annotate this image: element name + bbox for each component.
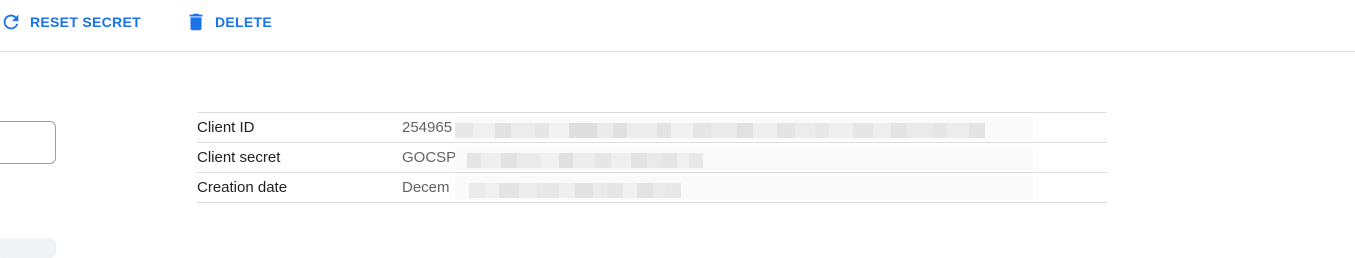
reset-secret-button[interactable]: RESET SECRET [0,10,141,34]
creation-date-row: Creation date Decem [197,173,1107,203]
delete-label: DELETE [215,14,273,30]
client-secret-label: Client secret [197,149,281,166]
client-secret-value: GOCSP [402,149,457,166]
redacted-area [455,146,1033,170]
creation-date-value: Decem [402,179,450,196]
partial-chip [0,238,56,258]
redacted-area [455,176,1033,200]
creation-date-label: Creation date [197,179,288,196]
trash-icon [185,11,207,33]
action-toolbar: RESET SECRET DELETE [0,0,1355,52]
client-secret-row: Client secret GOCSP [197,143,1107,173]
redacted-area [455,116,1033,140]
client-id-row: Client ID 254965 [197,113,1107,143]
client-id-label: Client ID [197,119,255,136]
partial-input-field[interactable] [0,121,56,164]
client-id-value: 254965 [402,119,453,136]
refresh-icon [0,11,22,33]
delete-button[interactable]: DELETE [185,10,272,34]
reset-secret-label: RESET SECRET [30,14,141,30]
client-details-table: Client ID 254965 Client secret GOCSP Cre… [197,112,1107,203]
